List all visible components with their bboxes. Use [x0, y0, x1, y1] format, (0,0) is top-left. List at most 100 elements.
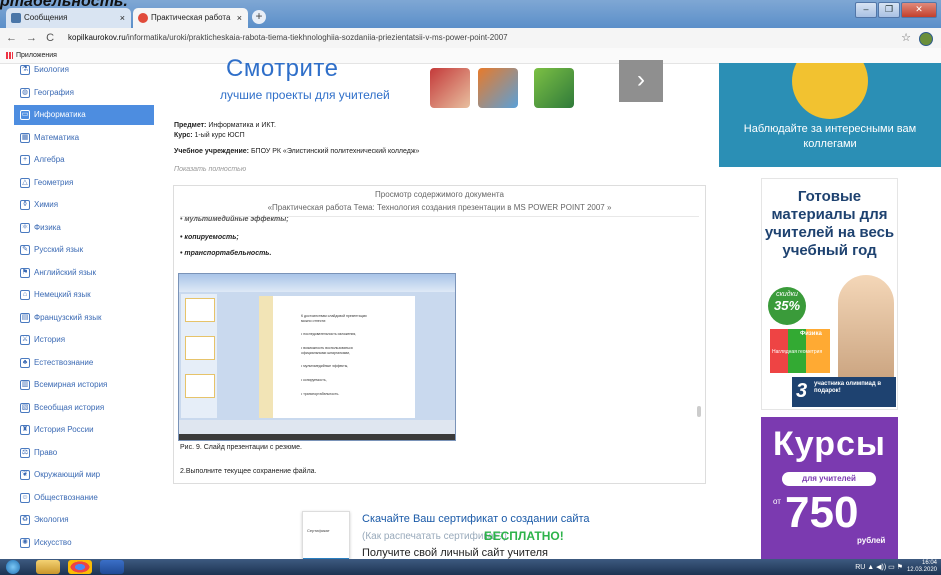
preview-scrollbar[interactable] — [697, 406, 701, 417]
system-tray[interactable]: RU ▲ ◀)) ▭ ⚑ — [855, 561, 903, 575]
course-value: 1-ый курс ЮСП — [194, 132, 245, 139]
cert-text-b: сертификат — [438, 513, 499, 525]
sidebar-item-20[interactable]: ☺ Обществознание — [0, 488, 154, 508]
promo-subheadline[interactable]: лучшие проекты для учителей — [220, 88, 390, 102]
word-icon[interactable] — [100, 560, 124, 574]
product-box-image[interactable] — [430, 68, 470, 108]
sidebar-item-13[interactable]: ⚔ История — [0, 330, 154, 350]
sidebar-item-5[interactable]: + Алгебра — [0, 150, 154, 170]
document-preview-title: Просмотр содержимого документа — [375, 190, 504, 199]
sidebar-item-1[interactable]: ⚗ Биология — [0, 60, 154, 80]
ad-price-currency: рублей — [857, 536, 886, 545]
bullet-item: • транспортабельность. — [180, 250, 272, 257]
tower-icon: ▤ — [20, 312, 30, 323]
sidebar-item-22[interactable]: ✺ Искусство — [0, 533, 154, 553]
sidebar-item-11[interactable]: ⌂ Немецкий язык — [0, 285, 154, 305]
subject-label: Предмет: — [174, 122, 207, 129]
slide-text: К достоинствам слайдовой презентации — [301, 314, 367, 318]
sidebar-item-12[interactable]: ▤ Французский язык — [0, 308, 154, 328]
close-tab-icon[interactable]: × — [120, 8, 125, 28]
discount-badge: скидки 35% — [768, 287, 806, 325]
slide-text: можно отнести: — [301, 319, 327, 323]
own-site-link[interactable]: Получите свой личный сайт учителя — [362, 547, 548, 559]
minimize-button[interactable]: – — [855, 2, 877, 18]
show-all-link[interactable]: Показать полностью — [174, 166, 246, 173]
sidebar-item-17[interactable]: ♜ История России — [0, 420, 154, 440]
new-tab-button[interactable]: + — [252, 10, 266, 24]
sidebar-item-14[interactable]: ♣ Естествознание — [0, 353, 154, 373]
certificate-download-link[interactable]: Скачайте Ваш сертификат о создании сайта — [362, 513, 590, 525]
sidebar-item-label: Экология — [34, 515, 69, 524]
bullet-item: • копируемость; — [180, 234, 239, 241]
sidebar-item-label: География — [34, 87, 74, 97]
ribbon-toolbar — [179, 274, 455, 292]
free-label: БЕСПЛАТНО! — [484, 529, 564, 543]
olympiad-text: участника олимпиад в подарок! — [814, 381, 882, 394]
apps-grid-icon — [6, 52, 13, 59]
sidebar-item-label: Искусство — [34, 537, 72, 547]
slide-text: • копируемость, — [301, 378, 327, 382]
sidebar-item-10[interactable]: ⚑ Английский язык — [0, 263, 154, 283]
sidebar-item-2[interactable]: ◍ География — [0, 83, 154, 103]
sidebar-item-label: Химия — [34, 200, 59, 209]
clock-date: 12.03.2020 — [906, 567, 937, 573]
close-tab-icon[interactable]: × — [237, 8, 242, 28]
sidebar-item-9[interactable]: ✎ Русский язык — [0, 240, 154, 260]
product-box-image[interactable] — [534, 68, 574, 108]
windows-taskbar — [0, 559, 941, 575]
slide-text: • возможность воспользоваться — [301, 346, 353, 350]
sidebar-item-19[interactable]: ❦ Окружающий мир — [0, 465, 154, 485]
promo-headline[interactable]: Смотрите — [226, 55, 338, 83]
sidebar-item-label: Окружающий мир — [34, 470, 101, 479]
status-bar — [179, 434, 455, 440]
bullet-text: мультимедийные эффекты; — [184, 216, 289, 223]
flag-icon: ⚑ — [20, 267, 30, 278]
sidebar-item-15[interactable]: ▥ Всемирная история — [0, 375, 154, 395]
sidebar-item-18[interactable]: ⚖ Право — [0, 443, 154, 463]
tab-messages[interactable]: Сообщения × — [6, 8, 131, 28]
sidebar-item-21[interactable]: ♻ Экология — [0, 510, 154, 530]
powerpoint-screenshot-image: К достоинствам слайдовой презентации мож… — [178, 273, 456, 441]
pen-icon: ✎ — [20, 245, 30, 255]
plus-icon: + — [20, 155, 30, 165]
sidebar-item-label: Французский язык — [34, 312, 102, 322]
start-button-icon[interactable] — [6, 560, 20, 574]
carousel-next-button[interactable]: › — [619, 60, 663, 102]
ad-heading: Готовые материалы для учителей на весь у… — [764, 188, 895, 259]
sidebar-item-7[interactable]: ⚱ Химия — [0, 195, 154, 215]
close-window-button[interactable]: ✕ — [901, 2, 937, 18]
file-explorer-icon[interactable] — [36, 560, 60, 574]
school-line: Учебное учреждение: БПОУ РК «Элистинский… — [174, 148, 419, 155]
maximize-button[interactable]: ❐ — [878, 2, 900, 18]
sidebar-item-label: Физика — [34, 222, 61, 232]
bookmark-star-icon[interactable]: ☆ — [901, 31, 911, 44]
product-box-image[interactable] — [478, 68, 518, 108]
ad-banner-colleagues[interactable]: Наблюдайте за интересными вам коллегами — [719, 63, 941, 167]
scales-icon: ⚖ — [20, 447, 30, 458]
subject-line: Предмет: Информатика и ИКТ. — [174, 122, 276, 129]
sidebar-item-4[interactable]: ▦ Математика — [0, 128, 154, 148]
sidebar-item-8[interactable]: ⚛ Физика — [0, 218, 154, 238]
teacher-photo-image — [838, 275, 894, 385]
sidebar-item-label: Обществознание — [34, 492, 98, 502]
extension-icon[interactable] — [919, 32, 933, 46]
olympiad-number: 3 — [796, 380, 808, 402]
sidebar-item-16[interactable]: ▧ Всеобщая история — [0, 398, 154, 418]
school-label: Учебное учреждение: — [174, 148, 249, 155]
sidebar-item-3[interactable]: ▭ Информатика — [14, 105, 154, 125]
chrome-icon[interactable] — [68, 560, 92, 574]
nav-buttons[interactable]: ← → C — [6, 28, 54, 48]
sidebar-item-6[interactable]: △ Геометрия — [0, 173, 154, 193]
taskbar-clock[interactable]: 16:04 12.03.2020 — [907, 560, 937, 574]
ad-banner-materials[interactable]: Готовые материалы для учителей на весь у… — [761, 178, 898, 410]
document-preview: Просмотр содержимого документа «Практиче… — [173, 185, 706, 484]
url-field[interactable]: kopilkaurokov.ru/informatika/uroki/prakt… — [68, 32, 508, 44]
url-path: /informatika/uroki/prakticheskaia-rabota… — [125, 33, 508, 42]
sidebar-item-label: Биология — [34, 65, 69, 74]
book-title: Наглядная геометрия — [772, 349, 823, 355]
slide-text: официальными шпаргалками, — [301, 351, 351, 355]
ad-banner-courses[interactable]: Курсы для учителей от 750 рублей — [761, 417, 898, 565]
tab-lesson[interactable]: Практическая работа Тема: Тех × — [133, 8, 248, 42]
globe-icon: ◍ — [20, 87, 30, 98]
eco-icon: ♻ — [20, 515, 30, 525]
